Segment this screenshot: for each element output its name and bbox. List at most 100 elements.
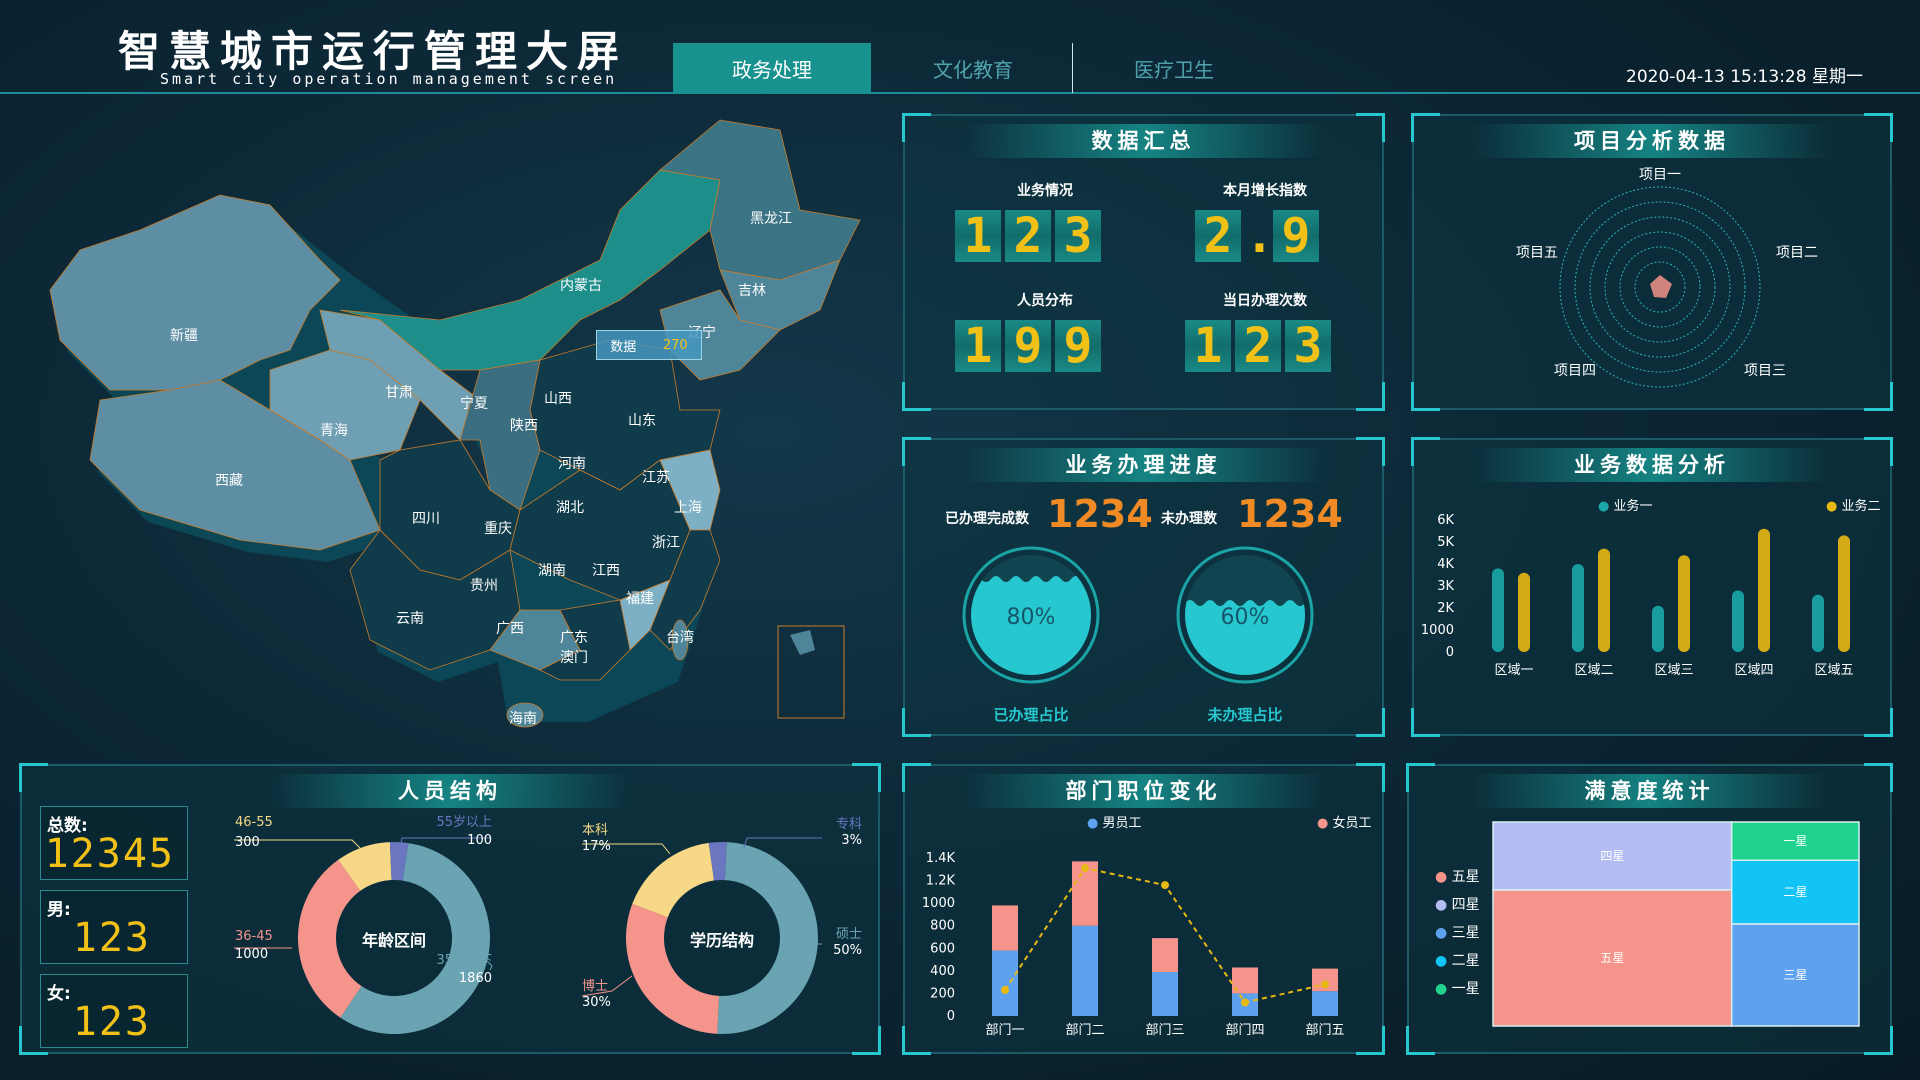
dept-ytick: 400 bbox=[930, 964, 955, 979]
business-xtick: 区域五 bbox=[1814, 663, 1853, 678]
digit: 3 bbox=[1055, 210, 1101, 262]
dept-bar bbox=[1072, 925, 1098, 1016]
donut-slice bbox=[632, 842, 714, 918]
digit: 2 bbox=[1195, 210, 1241, 262]
map-label-ningxia: 宁夏 bbox=[460, 396, 488, 412]
map-label-jilin: 吉林 bbox=[738, 283, 766, 299]
digit: 3 bbox=[1285, 320, 1331, 372]
map-tooltip-label: 数据 bbox=[610, 339, 637, 355]
map-label-hainan: 海南 bbox=[509, 711, 537, 727]
business-ytick: 6K bbox=[1437, 513, 1454, 528]
metric-digits-today: 1 2 3 bbox=[1185, 320, 1331, 372]
dept-ytick: 1.4K bbox=[926, 851, 956, 866]
dept-line-point bbox=[1321, 980, 1329, 989]
map-tooltip: 数据 270 bbox=[596, 330, 702, 360]
dept-line-point bbox=[1001, 986, 1009, 995]
radar-axis-5: 项目五 bbox=[1516, 245, 1558, 261]
business-xtick: 区域三 bbox=[1654, 663, 1693, 678]
business-bar bbox=[1758, 528, 1770, 652]
map-label-yunnan: 云南 bbox=[396, 611, 424, 627]
edu-value-zk: 3% bbox=[841, 833, 862, 848]
project-panel: 项目分析数据 项目一 项目二 项目三 项目四 项目五 bbox=[1411, 113, 1893, 411]
metric-label-today: 当日办理次数 bbox=[1223, 293, 1307, 309]
business-bar bbox=[1838, 535, 1850, 652]
map-label-chongqing: 重庆 bbox=[484, 521, 512, 537]
map-tooltip-value: 270 bbox=[662, 337, 688, 353]
map-label-inner-mongolia: 内蒙古 bbox=[560, 278, 602, 294]
department-chart: 0 200 400 600 800 1000 1.2K 1.4K 部门一 部门二 部门三 部门四 部门五 bbox=[922, 851, 1345, 1038]
china-map[interactable]: 新疆 西藏 青海 甘肃 宁夏 内蒙古 黑龙江 吉林 辽宁 数据 270 山西 陕… bbox=[20, 110, 890, 740]
satisfaction-panel: 满意度统计 ● 五星 ● 四星 ● 三星 ● 二星 ● 一星 四星 五星 一星 二星 三星 bbox=[1406, 763, 1893, 1055]
china-map-svg bbox=[49, 119, 861, 728]
age-label-35: 35岁以下 bbox=[436, 953, 492, 968]
age-label-46: 46-55 bbox=[235, 815, 273, 830]
treemap-label: 二星 bbox=[1783, 885, 1807, 899]
gauge-todo-percent: 60% bbox=[1221, 605, 1270, 630]
map-label-gansu: 甘肃 bbox=[385, 385, 413, 401]
map-label-taiwan: 台湾 bbox=[666, 630, 694, 646]
treemap-label: 五星 bbox=[1600, 951, 1624, 965]
metric-digits-staff: 1 9 9 bbox=[955, 320, 1101, 372]
dept-ytick: 200 bbox=[930, 986, 955, 1001]
business-panel: 业务数据分析 ● 业务一 ● 业务二 0 1000 2K 3K 4K 5K 6K 区域一 区域二… bbox=[1411, 437, 1893, 737]
page-subtitle: Smart city operation management screen bbox=[160, 70, 618, 88]
age-donut-center: 年龄区间 bbox=[362, 931, 426, 950]
treemap-label: 三星 bbox=[1783, 968, 1807, 982]
project-radar-chart: 项目一 项目二 项目三 项目四 项目五 bbox=[1516, 167, 1818, 388]
tab-government[interactable]: 政务处理 bbox=[673, 43, 871, 93]
map-label-shaanxi: 陕西 bbox=[510, 418, 538, 434]
radar-axis-1: 项目一 bbox=[1639, 167, 1681, 183]
business-xtick: 区域二 bbox=[1574, 663, 1613, 678]
edu-value-bs: 30% bbox=[582, 995, 611, 1010]
progress-gauges: 80% 60% bbox=[962, 546, 1314, 684]
dept-ytick: 800 bbox=[930, 919, 955, 934]
edu-value-bk: 17% bbox=[582, 839, 611, 854]
radar-polygon bbox=[1650, 275, 1672, 298]
map-label-tibet: 西藏 bbox=[215, 473, 243, 489]
business-bar bbox=[1598, 548, 1610, 652]
business-ytick: 0 bbox=[1446, 645, 1454, 660]
dept-ytick: 1000 bbox=[922, 896, 955, 911]
digit: 9 bbox=[1005, 320, 1051, 372]
business-xtick: 区域一 bbox=[1494, 663, 1533, 678]
datetime-display: 2020-04-13 15:13:28 星期一 bbox=[1626, 67, 1863, 87]
gauge-todo-caption: 未办理占比 bbox=[1207, 706, 1283, 724]
tab-medical[interactable]: 医疗卫生 bbox=[1075, 43, 1273, 93]
business-ytick: 3K bbox=[1437, 579, 1454, 594]
satisfaction-treemap: 四星五星 一星二星三星 bbox=[1492, 821, 1860, 1027]
map-label-guizhou: 贵州 bbox=[470, 578, 498, 594]
digit: 1 bbox=[955, 320, 1001, 372]
dept-bar bbox=[992, 950, 1018, 1016]
gauge-done-caption: 已办理占比 bbox=[993, 706, 1069, 724]
edu-donut-center: 学历结构 bbox=[690, 931, 754, 950]
map-label-zhejiang: 浙江 bbox=[652, 535, 680, 551]
business-ytick: 2K bbox=[1437, 601, 1454, 616]
tab-culture[interactable]: 文化教育 bbox=[874, 43, 1072, 93]
summary-title: 数据汇总 bbox=[963, 124, 1324, 158]
map-label-henan: 河南 bbox=[558, 456, 586, 472]
map-label-qinghai: 青海 bbox=[320, 423, 348, 439]
metric-label-growth: 本月增长指数 bbox=[1223, 183, 1307, 199]
map-label-fujian: 福建 bbox=[626, 591, 654, 607]
business-bar bbox=[1572, 564, 1584, 652]
summary-panel: 数据汇总 业务情况 1 2 3 本月增长指数 2 . 9 人员分布 1 9 9 … bbox=[902, 113, 1385, 411]
age-value-55: 100 bbox=[467, 833, 492, 848]
edu-value-ss: 50% bbox=[833, 943, 862, 958]
dept-bar bbox=[1152, 971, 1178, 1016]
digit: 2 bbox=[1235, 320, 1281, 372]
dept-ytick: 1.2K bbox=[926, 874, 956, 889]
radar-axis-2: 项目二 bbox=[1776, 245, 1818, 261]
business-ytick: 1000 bbox=[1421, 623, 1454, 638]
map-label-hunan: 湖南 bbox=[538, 563, 566, 579]
tab-divider bbox=[1072, 43, 1073, 93]
age-label-55: 55岁以上 bbox=[436, 815, 492, 830]
map-label-heilongjiang: 黑龙江 bbox=[750, 211, 792, 227]
metric-digits-business: 1 2 3 bbox=[955, 210, 1101, 262]
digit: 1 bbox=[955, 210, 1001, 262]
business-bar bbox=[1652, 605, 1664, 652]
age-value-36: 1000 bbox=[235, 947, 268, 962]
digit: 9 bbox=[1273, 210, 1319, 262]
metric-label-staff: 人员分布 bbox=[1017, 293, 1073, 309]
dept-xtick: 部门二 bbox=[1065, 1023, 1104, 1038]
age-value-46: 300 bbox=[235, 835, 260, 850]
